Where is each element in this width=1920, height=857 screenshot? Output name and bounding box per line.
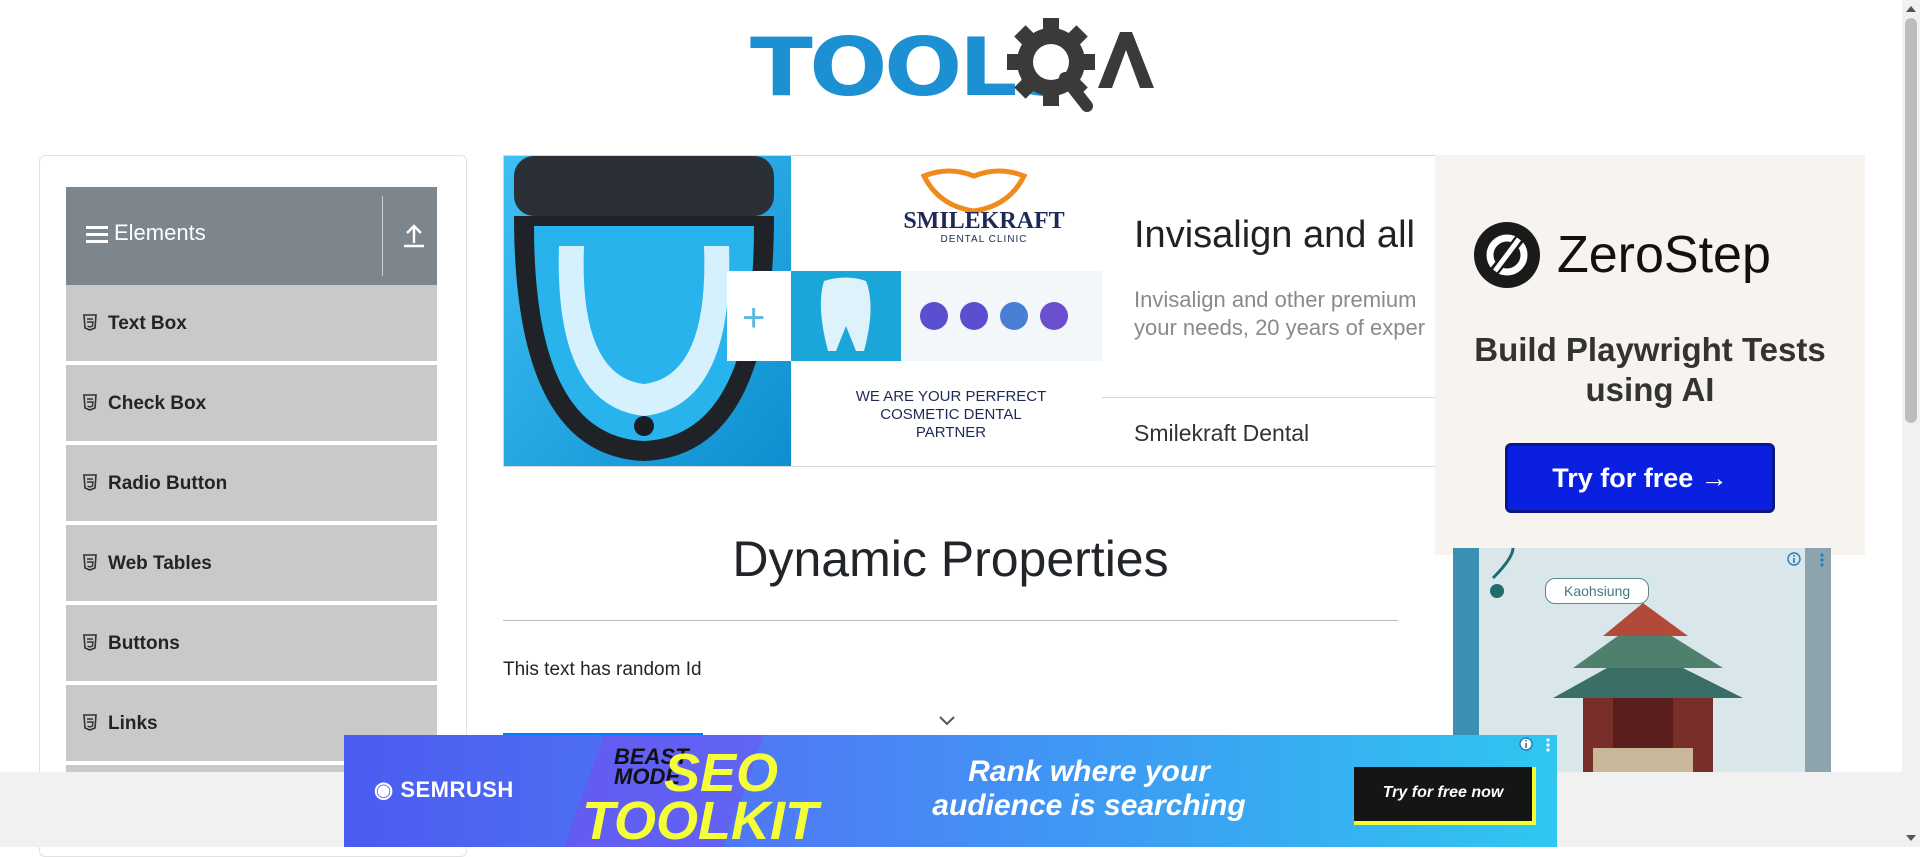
ad-description-line: Invisalign and other premium bbox=[1134, 287, 1417, 312]
ad-divider bbox=[1102, 397, 1437, 398]
slogan-line: PARTNER bbox=[915, 424, 987, 441]
elements-group-label: Elements bbox=[114, 220, 206, 245]
sidebar-item-label: Buttons bbox=[108, 633, 180, 654]
semrush-logo-icon: ◉ bbox=[374, 777, 401, 802]
scroll-down-arrow-icon[interactable] bbox=[1905, 833, 1917, 843]
ad-info-icon[interactable] bbox=[1519, 737, 1533, 751]
try-for-free-now-button[interactable]: Try for free now bbox=[1354, 767, 1536, 825]
sidebar-item-radio-button[interactable]: Radio Button bbox=[66, 445, 437, 523]
slogan-line: WE ARE YOUR PERFRECT bbox=[855, 388, 1047, 405]
menu-icon bbox=[86, 226, 108, 243]
ad-headline[interactable]: Invisalign and all bbox=[1134, 214, 1415, 257]
sidebar-item-buttons[interactable]: Buttons bbox=[66, 605, 437, 683]
sidebar-item-label: Web Tables bbox=[108, 553, 212, 574]
scroll-up-arrow-icon[interactable] bbox=[1905, 4, 1917, 14]
ad-description-line: your needs, 20 years of exper bbox=[1134, 315, 1426, 340]
zerostep-ad[interactable]: ZeroStep Build Playwright Tests using AI… bbox=[1435, 155, 1865, 555]
sidebar-item-label: Check Box bbox=[108, 393, 207, 414]
scrollbar-thumb[interactable] bbox=[1905, 18, 1917, 423]
html5-icon bbox=[83, 634, 97, 651]
collapse-arrow-icon[interactable] bbox=[400, 219, 428, 251]
html5-icon bbox=[83, 554, 97, 571]
slogan-line: COSMETIC DENTAL bbox=[880, 406, 1022, 423]
sidebar-item-label: Text Box bbox=[108, 313, 187, 334]
sidebar-item-check-box[interactable]: Check Box bbox=[66, 365, 437, 443]
sidebar-item-web-tables[interactable]: Web Tables bbox=[66, 525, 437, 603]
try-for-free-button[interactable]: Try for free → bbox=[1505, 443, 1775, 513]
clinic-subtitle: DENTAL CLINIC bbox=[940, 234, 1028, 245]
elements-group-header[interactable]: Elements bbox=[66, 187, 437, 285]
ad-info-icon[interactable] bbox=[1787, 552, 1801, 566]
semrush-brand: ◉ SEMRUSH bbox=[374, 777, 514, 803]
html5-icon bbox=[83, 714, 97, 731]
toolkit-text: TOOLKIT bbox=[582, 791, 818, 847]
html5-icon bbox=[83, 314, 97, 331]
seo-toolkit-label: SEO TOOLKIT bbox=[582, 743, 818, 847]
header-divider bbox=[382, 196, 383, 276]
zerostep-tagline: Build Playwright Tests using AI bbox=[1474, 331, 1826, 408]
html5-icon bbox=[83, 474, 97, 491]
sidebar-item-text-box[interactable]: Text Box bbox=[66, 285, 437, 363]
svg-text:+: + bbox=[742, 296, 765, 340]
dental-ad-card[interactable]: + SMILEKRAFT DENTAL CLINIC WE ARE YOUR P… bbox=[503, 155, 1438, 467]
location-pin-label: Kaohsiung bbox=[1545, 578, 1650, 604]
title-divider bbox=[503, 620, 1398, 621]
ad-advertiser[interactable]: Smilekraft Dental bbox=[1134, 420, 1309, 447]
sidebar-item-label: Links bbox=[108, 713, 158, 734]
semrush-ad[interactable]: ◉ SEMRUSH BEAST MODE SEO TOOLKIT Rank wh… bbox=[344, 735, 1557, 847]
ad-menu-icon[interactable] bbox=[1545, 737, 1551, 753]
semrush-tagline: Rank where your audience is searching bbox=[932, 755, 1246, 822]
gear-icon bbox=[1007, 18, 1154, 112]
ad-menu-icon[interactable] bbox=[1819, 552, 1825, 568]
html5-icon bbox=[83, 394, 97, 411]
clinic-slogan: WE ARE YOUR PERFRECT COSMETIC DENTAL PAR… bbox=[816, 388, 1086, 442]
zerostep-brand: ZeroStep bbox=[1557, 226, 1771, 284]
page-title: Dynamic Properties bbox=[732, 531, 1169, 587]
clinic-name: SMILEKRAFT bbox=[903, 208, 1065, 234]
chevron-down-icon[interactable] bbox=[937, 714, 957, 728]
seo-text: SEO bbox=[664, 743, 779, 803]
zerostep-logo-icon bbox=[1474, 222, 1540, 288]
sidebar-item-label: Radio Button bbox=[108, 473, 228, 494]
random-id-text: This text has random Id bbox=[503, 659, 702, 680]
semrush-brand-text: SEMRUSH bbox=[400, 777, 514, 802]
toolsqa-logo[interactable]: TOOLS bbox=[750, 18, 1156, 114]
ad-description: Invisalign and other premium your needs,… bbox=[1134, 286, 1425, 342]
dental-ad-image[interactable]: + SMILEKRAFT DENTAL CLINIC WE ARE YOUR P… bbox=[504, 156, 1102, 466]
